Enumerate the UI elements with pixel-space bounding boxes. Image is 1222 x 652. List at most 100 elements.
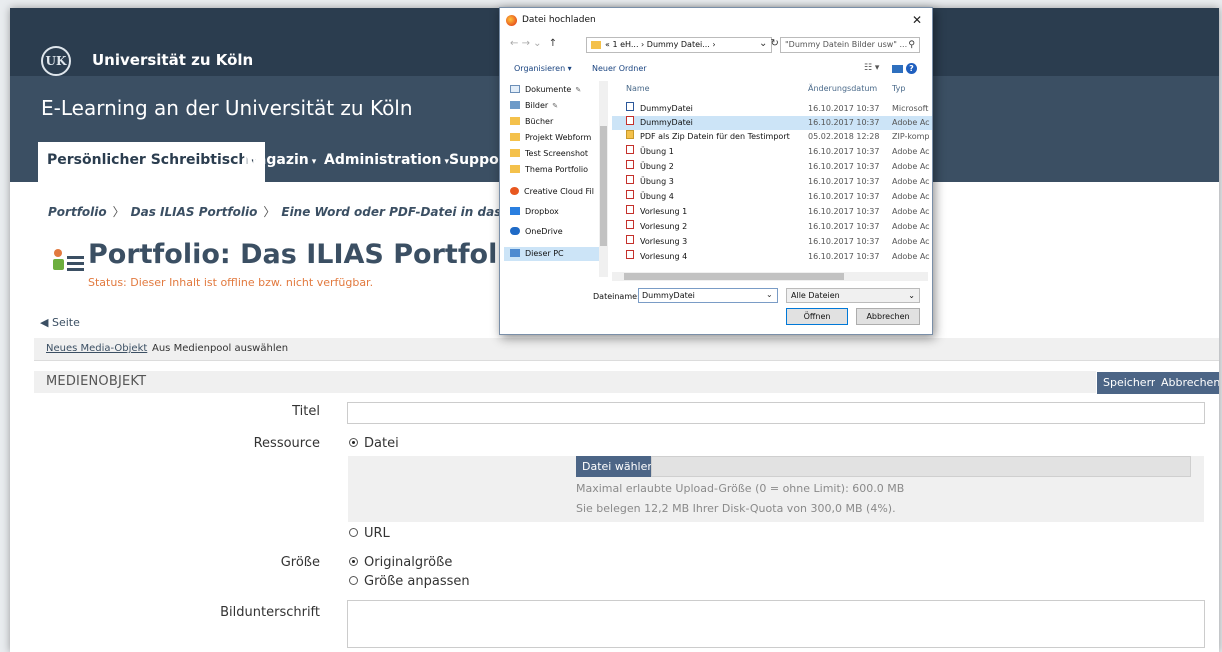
file-name: Übung 1: [640, 147, 674, 156]
file-row[interactable]: DummyDatei 16.10.2017 10:37 Microsoft: [612, 102, 932, 116]
new-folder-button[interactable]: Neuer Ordner: [592, 64, 647, 73]
nav-label: Magazin: [243, 152, 309, 168]
dialog-navigation: ← → ⌄ ↑: [510, 38, 557, 49]
file-type: Adobe Ac: [892, 222, 930, 231]
file-row[interactable]: Vorlesung 1 16.10.2017 10:37 Adobe Ac: [612, 205, 932, 219]
address-bar[interactable]: « 1 eH... › Dummy Datei... ›: [586, 37, 772, 53]
nav-label: Administration: [324, 152, 442, 168]
file-row-selected[interactable]: DummyDatei 16.10.2017 10:37 Adobe Ac: [612, 116, 932, 130]
radio-label: Datei: [364, 436, 399, 451]
file-row[interactable]: Vorlesung 4 16.10.2017 10:37 Adobe Ac: [612, 250, 932, 264]
folder-icon: [510, 117, 520, 125]
view-options-icon[interactable]: ☷ ▾: [864, 63, 879, 73]
file-name: Übung 2: [640, 162, 674, 171]
sidebar-item-label: Creative Cloud Fil: [524, 187, 594, 196]
file-name: Vorlesung 3: [640, 237, 688, 246]
caption-textarea[interactable]: [347, 600, 1205, 648]
dialog-toolbar: Organisieren ▾ Neuer Ordner ☷ ▾ ?: [500, 61, 932, 77]
dialog-title: Datei hochladen: [522, 15, 596, 25]
back-link[interactable]: ◀ Seite: [40, 316, 80, 329]
nav-magazin[interactable]: Magazin ▾: [234, 142, 325, 182]
open-button[interactable]: Öffnen: [786, 308, 848, 325]
size-adjust-radio[interactable]: Größe anpassen: [349, 574, 470, 589]
forward-arrow-icon[interactable]: →: [522, 38, 530, 49]
sidebar-item-bilder[interactable]: Bilder ✎: [510, 99, 606, 113]
file-name: PDF als Zip Datein für den Testimport: [640, 132, 790, 141]
max-upload-info: Maximal erlaubte Upload-Größe (0 = ohne …: [576, 482, 905, 495]
choose-file-button[interactable]: Datei wählen: [576, 456, 661, 477]
file-date: 05.02.2018 12:28: [808, 132, 880, 141]
resource-file-radio[interactable]: Datei: [349, 436, 399, 451]
file-row[interactable]: Übung 4 16.10.2017 10:37 Adobe Ac: [612, 190, 932, 204]
back-arrow-icon[interactable]: ←: [510, 38, 518, 49]
recent-chevron-icon[interactable]: ⌄: [533, 38, 541, 49]
sidebar-item-thema-portfolio[interactable]: Thema Portfolio: [510, 163, 606, 177]
help-icon[interactable]: ?: [906, 63, 917, 74]
site-title[interactable]: E-Learning an der Universität zu Köln: [41, 96, 413, 120]
up-arrow-icon[interactable]: ↑: [549, 38, 557, 49]
back-link-label: Seite: [51, 316, 80, 329]
university-seal-icon[interactable]: UK: [41, 46, 71, 76]
cancel-button[interactable]: Abbrechen: [1155, 372, 1219, 394]
file-upload-dialog: Datei hochladen ✕ ← → ⌄ ↑ « 1 eH... › Du…: [499, 7, 933, 335]
column-date[interactable]: Änderungsdatum: [808, 84, 877, 93]
pdf-file-icon: [626, 145, 634, 154]
close-icon[interactable]: ✕: [912, 13, 922, 27]
organize-button[interactable]: Organisieren ▾: [514, 64, 572, 73]
file-type: Adobe Ac: [892, 207, 930, 216]
sidebar-item-dokumente[interactable]: Dokumente ✎: [510, 83, 606, 97]
sidebar-item-dieser-pc[interactable]: Dieser PC: [504, 247, 602, 261]
file-list-header: Name Änderungsdatum Typ: [612, 84, 932, 98]
tab-media-pool[interactable]: Aus Medienpool auswählen: [152, 343, 288, 354]
file-name: Vorlesung 1: [640, 207, 688, 216]
filename-input[interactable]: DummyDatei: [638, 288, 778, 303]
column-type[interactable]: Typ: [892, 84, 905, 93]
sidebar-item-onedrive[interactable]: OneDrive: [510, 225, 606, 239]
dialog-cancel-button[interactable]: Abbrechen: [856, 308, 920, 325]
file-row[interactable]: Vorlesung 2 16.10.2017 10:37 Adobe Ac: [612, 220, 932, 234]
file-list-scroll-thumb[interactable]: [624, 273, 844, 280]
file-row[interactable]: Übung 3 16.10.2017 10:37 Adobe Ac: [612, 175, 932, 189]
chevron-down-icon[interactable]: ⌄: [766, 290, 773, 299]
radio-checked-icon: [349, 557, 358, 566]
file-date: 16.10.2017 10:37: [808, 118, 880, 127]
pdf-file-icon: [626, 220, 634, 229]
search-input[interactable]: "Dummy Datein Bilder usw" ... ⚲: [780, 37, 920, 53]
preview-pane-icon[interactable]: [892, 65, 903, 73]
file-type-select[interactable]: Alle Dateien ⌄: [786, 288, 920, 303]
pdf-file-icon: [626, 235, 634, 244]
nav-personal-desk[interactable]: Persönlicher Schreibtisch ▾: [38, 142, 265, 182]
nav-administration[interactable]: Administration ▾: [315, 142, 458, 182]
sidebar-item-label: OneDrive: [525, 227, 563, 236]
file-row[interactable]: Vorlesung 3 16.10.2017 10:37 Adobe Ac: [612, 235, 932, 249]
breadcrumb-item[interactable]: Portfolio: [48, 205, 107, 219]
sidebar-item-dropbox[interactable]: Dropbox: [510, 205, 606, 219]
file-row[interactable]: Übung 2 16.10.2017 10:37 Adobe Ac: [612, 160, 932, 174]
pdf-file-icon: [626, 190, 634, 199]
sidebar-scroll-thumb[interactable]: [600, 126, 607, 246]
size-original-radio[interactable]: Originalgröße: [349, 555, 452, 570]
sidebar-item-projekt-webform[interactable]: Projekt Webform: [510, 131, 606, 145]
radio-unchecked-icon: [349, 528, 358, 537]
tab-new-media-object[interactable]: Neues Media-Objekt: [46, 343, 147, 354]
onedrive-icon: [510, 227, 520, 235]
save-button[interactable]: Speichern: [1097, 372, 1164, 394]
file-name: Übung 3: [640, 177, 674, 186]
refresh-icon[interactable]: ⌄ ↻: [759, 38, 779, 49]
file-row[interactable]: PDF als Zip Datein für den Testimport 05.…: [612, 130, 932, 144]
resource-url-radio[interactable]: URL: [349, 526, 390, 541]
sidebar-item-test-screenshot[interactable]: Test Screenshot: [510, 147, 606, 161]
sidebar-item-label: Test Screenshot: [525, 149, 589, 158]
breadcrumb-item[interactable]: Das ILIAS Portfolio: [131, 205, 258, 219]
title-input[interactable]: [347, 402, 1205, 424]
address-path: « 1 eH... › Dummy Datei... ›: [605, 40, 716, 49]
file-row[interactable]: Übung 1 16.10.2017 10:37 Adobe Ac: [612, 145, 932, 159]
file-date: 16.10.2017 10:37: [808, 177, 880, 186]
sidebar-item-buecher[interactable]: Bücher: [510, 115, 606, 129]
file-name: Übung 4: [640, 192, 674, 201]
file-date: 16.10.2017 10:37: [808, 104, 880, 113]
university-name[interactable]: Universität zu Köln: [92, 51, 253, 69]
column-name[interactable]: Name: [626, 84, 650, 93]
chevron-left-icon: ◀: [40, 316, 49, 329]
sidebar-item-creative-cloud[interactable]: Creative Cloud Fil: [510, 185, 606, 199]
